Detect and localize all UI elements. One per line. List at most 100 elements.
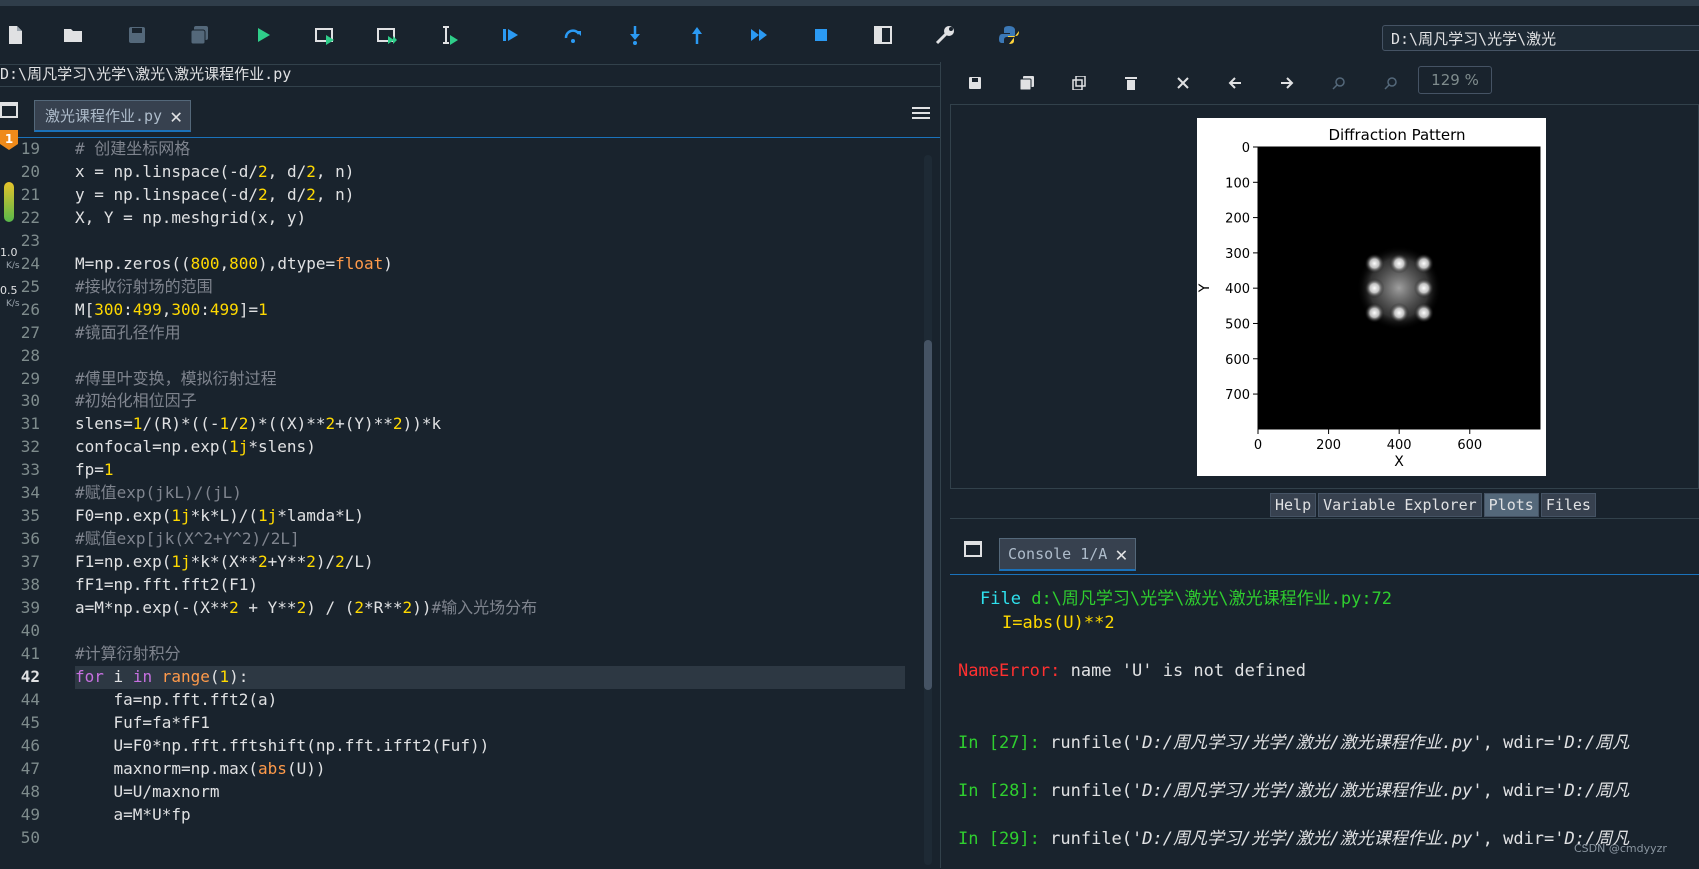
code-line[interactable]: #赋值exp(jkL)/(jL): [75, 482, 905, 505]
line-number: 29: [20, 368, 40, 388]
code-line[interactable]: M=np.zeros((800,800),dtype=float): [75, 253, 905, 276]
code-line[interactable]: a=M*U*fp: [75, 804, 905, 827]
code-line[interactable]: ​: [75, 827, 905, 850]
save-all-icon[interactable]: [185, 20, 215, 50]
diffraction-spot: [1413, 253, 1434, 274]
code-line[interactable]: M[300:499,300:499]=1: [75, 299, 905, 322]
pane-splitter-vertical[interactable]: [940, 62, 949, 868]
line-number: 48: [20, 781, 40, 801]
code-line[interactable]: a=M*np.exp(-(X**2 + Y**2) / (2*R**2))#输入…: [75, 597, 905, 620]
code-line[interactable]: x = np.linspace(-d/2, d/2, n): [75, 161, 905, 184]
maximize-pane-icon[interactable]: [868, 20, 898, 50]
line-number: 36: [20, 529, 40, 549]
code-line[interactable]: y = np.linspace(-d/2, d/2, n): [75, 184, 905, 207]
save-plot-icon[interactable]: [964, 72, 986, 94]
working-directory-input[interactable]: D:\周凡学习\光学\激光: [1382, 25, 1699, 51]
code-line[interactable]: U=U/maxnorm: [75, 781, 905, 804]
editor-scrollbar-thumb[interactable]: [924, 340, 932, 690]
code-line[interactable]: F0=np.exp(1j*k*L)/(1j*lamda*L): [75, 505, 905, 528]
browse-console-tabs-icon[interactable]: [964, 541, 982, 557]
next-icon[interactable]: [1276, 72, 1298, 94]
save-icon[interactable]: [122, 20, 152, 50]
diffraction-spot: [1389, 302, 1410, 323]
new-file-icon[interactable]: [0, 20, 30, 50]
step-icon[interactable]: [558, 20, 588, 50]
code-line[interactable]: fp=1: [75, 459, 905, 482]
diffraction-spot: [1364, 278, 1385, 299]
code-line[interactable]: for i in range(1):: [75, 665, 905, 689]
code-line[interactable]: X, Y = np.meshgrid(x, y): [75, 207, 905, 230]
code-line[interactable]: confocal=np.exp(1j*slens): [75, 436, 905, 459]
code-line[interactable]: maxnorm=np.max(abs(U)): [75, 758, 905, 781]
mem-unit: K/s: [6, 299, 20, 309]
code-line[interactable]: #计算衍射积分: [75, 643, 905, 666]
python-icon[interactable]: [994, 20, 1024, 50]
code-line[interactable]: ​: [75, 345, 905, 368]
y-tick-label: 0: [1242, 141, 1250, 156]
plot-figure[interactable]: Diffraction Pattern 0 200 400 600 0 100 200 30…: [1197, 118, 1546, 476]
tab-plots[interactable]: Plots: [1483, 493, 1539, 517]
code-line[interactable]: # 创建坐标网格: [75, 138, 905, 161]
zoom-in-icon[interactable]: [1328, 72, 1350, 94]
copy-icon[interactable]: [1068, 72, 1090, 94]
stop-icon[interactable]: [806, 20, 836, 50]
editor-tab-label: 激光课程作业.py: [45, 107, 163, 125]
tab-help[interactable]: Help: [1270, 493, 1317, 517]
code-line[interactable]: #接收衍射场的范围: [75, 276, 905, 299]
wrench-icon[interactable]: [930, 20, 960, 50]
code-line[interactable]: F1=np.exp(1j*k*(X**2+Y**2)/2/L): [75, 551, 905, 574]
zoom-level-field[interactable]: 129 %: [1418, 66, 1492, 94]
remove-plot-icon[interactable]: [1120, 72, 1142, 94]
browse-tabs-icon[interactable]: [0, 102, 18, 118]
line-number: 31: [20, 414, 40, 434]
run-cell-icon[interactable]: [310, 20, 340, 50]
line-number: 30: [20, 391, 40, 411]
remove-all-icon[interactable]: [1172, 72, 1194, 94]
tab-files[interactable]: Files: [1540, 493, 1596, 517]
run-icon[interactable]: [248, 20, 278, 50]
code-text[interactable]: # 创建坐标网格 x = np.linspace(-d/2, d/2, n) y =…: [75, 138, 905, 868]
code-line[interactable]: #傅里叶变换，模拟衍射过程: [75, 368, 905, 391]
hamburger-menu-icon[interactable]: [912, 104, 930, 122]
previous-icon[interactable]: [1224, 72, 1246, 94]
step-into-icon[interactable]: [620, 20, 650, 50]
x-tick-label: 600: [1457, 438, 1482, 453]
debug-icon[interactable]: [496, 20, 526, 50]
diffraction-spot: [1413, 278, 1434, 299]
run-selection-icon[interactable]: [434, 20, 464, 50]
console-tab-active[interactable]: Console 1/A ✕: [999, 538, 1137, 571]
y-tick-label: 700: [1225, 388, 1250, 403]
code-line[interactable]: ​: [75, 620, 905, 643]
run-cell-advance-icon[interactable]: [372, 20, 402, 50]
open-folder-icon[interactable]: [58, 20, 88, 50]
code-line[interactable]: #赋值exp[jk(X^2+Y^2)/2L]: [75, 528, 905, 551]
code-line[interactable]: U=F0*np.fft.fftshift(np.fft.ifft2(Fuf)): [75, 735, 905, 758]
diffraction-plot-svg: Diffraction Pattern 0 200 400 600 0 100 200 30…: [1197, 126, 1541, 470]
code-line[interactable]: fa=np.fft.fft2(a): [75, 689, 905, 712]
step-out-icon[interactable]: [682, 20, 712, 50]
close-console-icon[interactable]: ✕: [1115, 544, 1127, 564]
mem-value: 0.5: [0, 284, 18, 297]
pane-splitter-horizontal[interactable]: [950, 518, 1699, 527]
editor-tab-active[interactable]: 激光课程作业.py ✕: [34, 100, 192, 132]
watermark: CSDN @cmdyyzr: [1574, 842, 1667, 855]
code-line[interactable]: #初始化相位因子: [75, 390, 905, 413]
tab-variable-explorer[interactable]: Variable Explorer: [1318, 493, 1482, 517]
continue-icon[interactable]: [744, 20, 774, 50]
y-tick-label: 500: [1225, 317, 1250, 332]
line-number: 20: [20, 161, 40, 181]
code-line[interactable]: ​: [75, 230, 905, 253]
ipython-console[interactable]: File d:\周凡学习\光学\激光\激光课程作业.py:72 I=abs(U)…: [950, 574, 1699, 869]
code-line[interactable]: slens=1/(R)*((-1/2)*((X)**2+(Y)**2))*k: [75, 413, 905, 436]
y-axis-label: Y: [1197, 283, 1213, 293]
code-line[interactable]: Fuf=fa*fF1: [75, 712, 905, 735]
code-line[interactable]: fF1=np.fft.fft2(F1): [75, 574, 905, 597]
line-number: 42: [20, 666, 40, 686]
error-name: NameError:: [958, 661, 1061, 681]
save-all-plots-icon[interactable]: [1016, 72, 1038, 94]
x-tick-label: 0: [1254, 438, 1262, 453]
zoom-out-icon[interactable]: [1380, 72, 1402, 94]
line-number: 49: [20, 804, 40, 824]
code-line[interactable]: #镜面孔径作用: [75, 322, 905, 345]
close-tab-icon[interactable]: ✕: [170, 106, 182, 126]
